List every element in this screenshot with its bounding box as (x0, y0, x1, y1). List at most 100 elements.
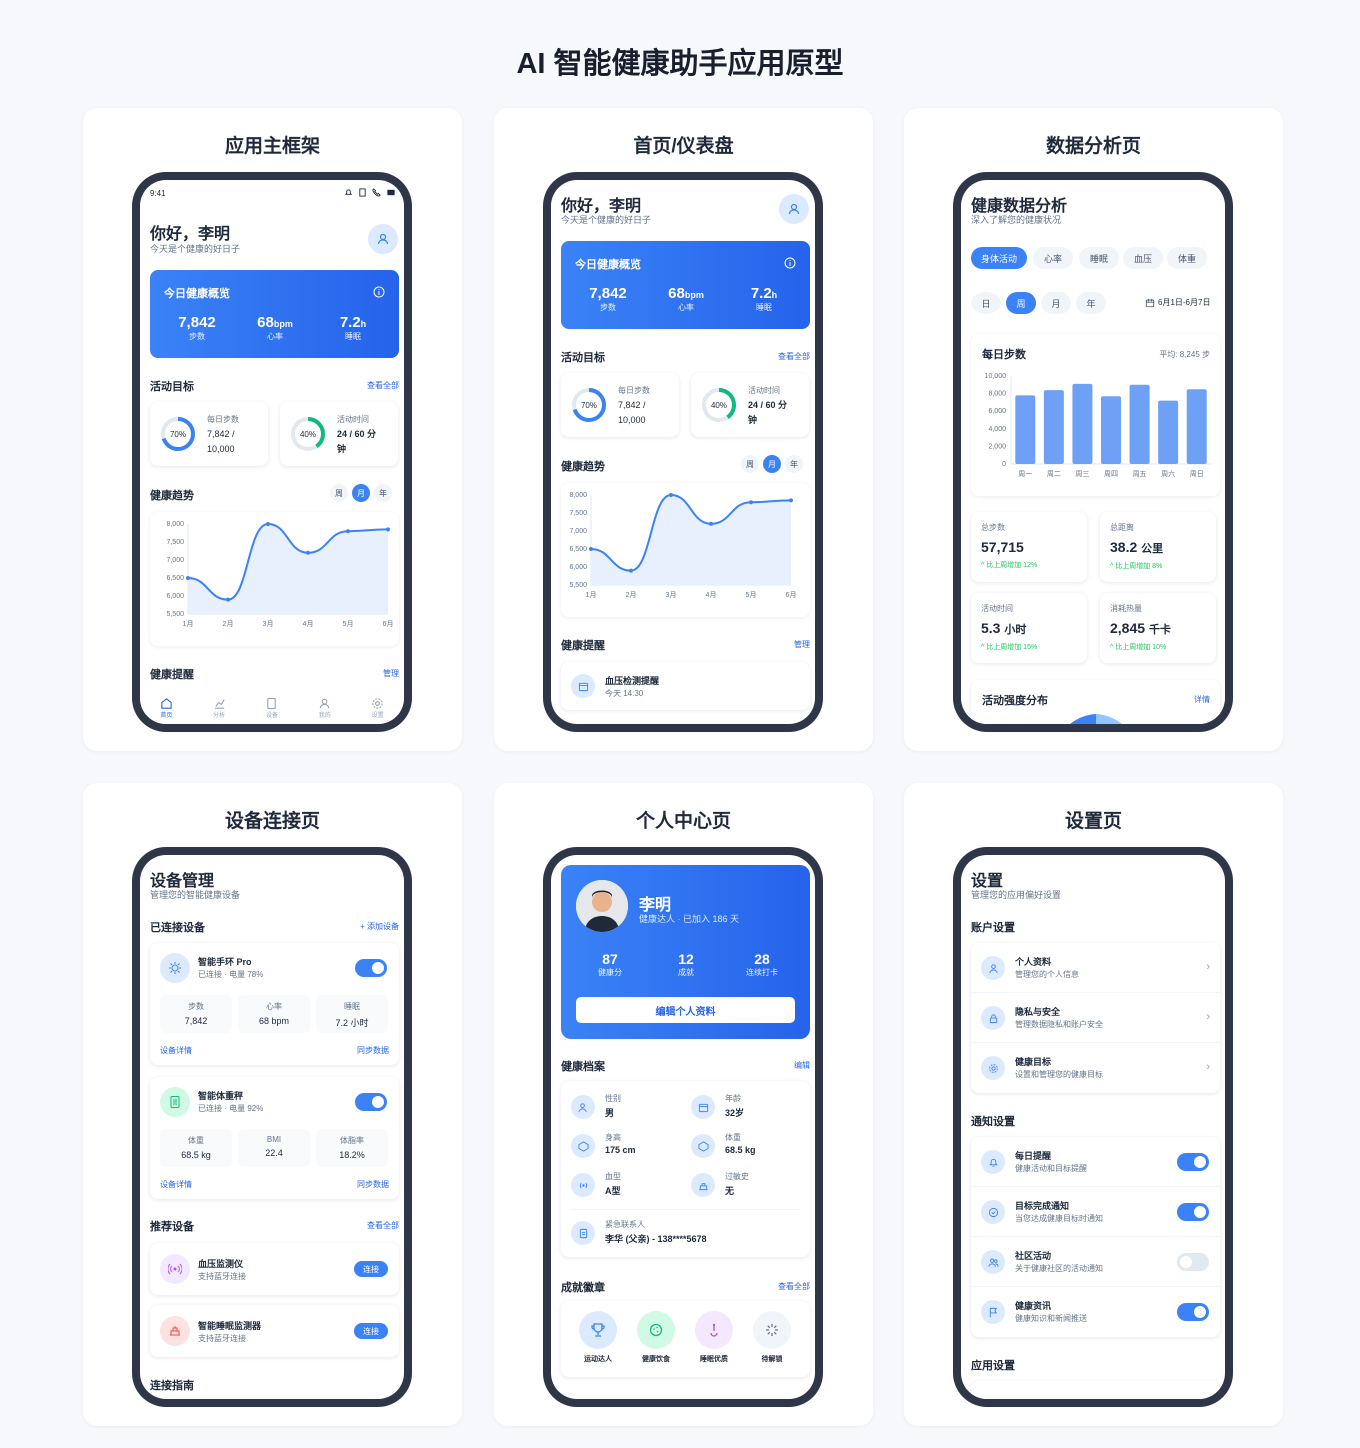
badges-card: 运动达人 健康饮食 睡眠优质 待解锁 (561, 1301, 810, 1377)
nav-devices[interactable]: 设备 (265, 697, 278, 719)
badge[interactable]: 睡眠优质 (687, 1311, 741, 1364)
seg-month[interactable]: 月 (352, 484, 370, 502)
setting-goal-notify: 目标完成通知 当您达成健康目标时通知 (971, 1187, 1220, 1237)
nav-profile[interactable]: 我的 (318, 697, 331, 719)
x-tick-label: 2月 (223, 620, 234, 628)
status-icons (344, 188, 396, 197)
toggle-switch[interactable] (1177, 1203, 1209, 1221)
badge[interactable]: 运动达人 (571, 1311, 625, 1364)
seg-year[interactable]: 年 (785, 455, 803, 473)
view-all-link[interactable]: 查看全部 (778, 351, 810, 362)
avatar[interactable] (779, 194, 809, 224)
tab-sleep[interactable]: 睡眠 (1079, 247, 1119, 269)
y-tick-label: 10,000 (985, 373, 1007, 380)
records-title: 健康档案 (561, 1061, 605, 1073)
device-detail-link[interactable]: 设备详情 (160, 1179, 192, 1190)
card-profile: 个人中心页 李明 健康达人 · 已加入 186 天 87 健康分 12 成就 28 连… (494, 783, 873, 1426)
view-all-link[interactable]: 查看全部 (778, 1281, 810, 1292)
y-tick-label: 5,500 (569, 582, 587, 589)
seg-week[interactable]: 周 (741, 455, 759, 473)
badge-locked[interactable]: 待解锁 (745, 1311, 799, 1364)
setting-goals[interactable]: 健康目标 设置和管理您的健康目标 › (971, 1043, 1220, 1093)
mini-stat: 睡眠 7.2 小时 (316, 995, 388, 1033)
users-icon (571, 1095, 595, 1119)
card-title: 数据分析页 (1045, 136, 1141, 157)
page-title: AI 智能健康助手应用原型 (516, 48, 844, 80)
toggle-switch[interactable] (1177, 1153, 1209, 1171)
progress-ring: 70% (572, 388, 606, 422)
phone-frame: 9:41 你好，李明 今天是个健康的好日子 今日健康概览 7,842 步数 68b… (132, 172, 412, 732)
setting-privacy[interactable]: 隐私与安全 管理数据隐私和账户安全 › (971, 993, 1220, 1043)
seg-week[interactable]: 周 (330, 484, 348, 502)
manage-link[interactable]: 管理 (794, 639, 810, 650)
x-tick-label: 周二 (1047, 470, 1061, 478)
nav-analysis[interactable]: 分析 (213, 697, 226, 719)
rec-device: 智能睡眠监测器 支持蓝牙连接 连接 (150, 1305, 399, 1357)
avatar[interactable] (368, 224, 398, 254)
tab-blood-pressure[interactable]: 血压 (1123, 247, 1163, 269)
nav-settings[interactable]: 设置 (371, 697, 384, 719)
period-month[interactable]: 月 (1041, 292, 1071, 314)
period-week[interactable]: 周 (1006, 292, 1036, 314)
seg-year[interactable]: 年 (374, 484, 392, 502)
manage-link[interactable]: 管理 (383, 668, 399, 679)
period-day[interactable]: 日 (971, 292, 1001, 314)
reminder-item[interactable]: 血压检测提醒 今天 14:30 (561, 662, 810, 710)
phone-screen: 健康数据分析 深入了解您的健康状况 身体活动 心率 睡眠 血压 体重 日 周 月… (961, 180, 1225, 724)
period-year[interactable]: 年 (1076, 292, 1106, 314)
trend-point (346, 529, 350, 534)
card-settings: 设置页 设置 管理您的应用偏好设置 账户设置 个人资料 管理您的个人信息 › 隐… (904, 783, 1283, 1426)
tab-heart-rate[interactable]: 心率 (1033, 247, 1073, 269)
calendar-icon (571, 674, 595, 698)
view-all-link[interactable]: 查看全部 (367, 1220, 399, 1231)
scale-icon (160, 1087, 190, 1117)
toggle-switch[interactable] (1177, 1253, 1209, 1271)
device-toggle[interactable] (355, 959, 387, 977)
status-time: 9:41 (150, 189, 166, 198)
badge[interactable]: 健康饮食 (629, 1311, 683, 1364)
connect-button[interactable]: 连接 (354, 1261, 388, 1277)
edit-link[interactable]: 编辑 (794, 1060, 810, 1071)
nav-home[interactable]: 首页 (160, 697, 173, 719)
sync-data-link[interactable]: 同步数据 (357, 1179, 389, 1190)
info-icon[interactable] (784, 257, 796, 269)
y-tick-label: 0 (1002, 461, 1006, 468)
setting-profile[interactable]: 个人资料 管理您的个人信息 › (971, 943, 1220, 993)
device-toggle[interactable] (355, 1093, 387, 1111)
seg-month[interactable]: 月 (763, 455, 781, 473)
connect-button[interactable]: 连接 (354, 1323, 388, 1339)
device-detail-link[interactable]: 设备详情 (160, 1045, 192, 1056)
tab-weight[interactable]: 体重 (1167, 247, 1207, 269)
phone-frame: 设置 管理您的应用偏好设置 账户设置 个人资料 管理您的个人信息 › 隐私与安全… (953, 847, 1233, 1407)
signal-icon (387, 189, 395, 196)
profile-avatar[interactable] (576, 880, 628, 932)
card-title: 设备连接页 (224, 811, 320, 832)
x-tick-label: 周一 (1018, 470, 1032, 478)
stat-sleep: 7.2h 睡眠 (339, 314, 367, 341)
sync-data-link[interactable]: 同步数据 (357, 1045, 389, 1056)
view-all-link[interactable]: 查看全部 (367, 380, 399, 391)
y-tick-label: 6,000 (988, 408, 1006, 415)
info-icon[interactable] (373, 286, 385, 298)
chevron-right-icon: › (1206, 1061, 1210, 1073)
stat-active-time: 活动时间 5.3 小时 ^ 比上周增加 15% (971, 593, 1087, 663)
edit-profile-button[interactable]: 编辑个人资料 (576, 997, 795, 1023)
card-title: 个人中心页 (635, 811, 731, 832)
date-range[interactable]: 6月1日-6月7日 (1145, 297, 1210, 308)
setting-community: 社区活动 关于健康社区的活动通知 (971, 1237, 1220, 1287)
bar (1015, 395, 1036, 464)
toggle-switch[interactable] (1177, 1303, 1209, 1321)
bar (1186, 389, 1207, 464)
period-toggle: 周 月 年 (741, 455, 803, 473)
badges-title: 成就徽章 (561, 1282, 605, 1294)
add-device-link[interactable]: + 添加设备 (360, 921, 399, 932)
contact-icon (571, 1221, 595, 1245)
overview-title: 今日健康概览 (575, 259, 641, 271)
greeting-subtitle: 今天是个健康的好日子 (150, 244, 241, 254)
bar (1072, 383, 1093, 464)
mini-stat: 体重 68.5 kg (160, 1129, 232, 1167)
tab-activity[interactable]: 身体活动 (971, 247, 1027, 269)
details-link[interactable]: 详情 (1194, 694, 1210, 705)
x-tick-label: 5月 (343, 620, 354, 628)
trend-point (226, 597, 230, 602)
